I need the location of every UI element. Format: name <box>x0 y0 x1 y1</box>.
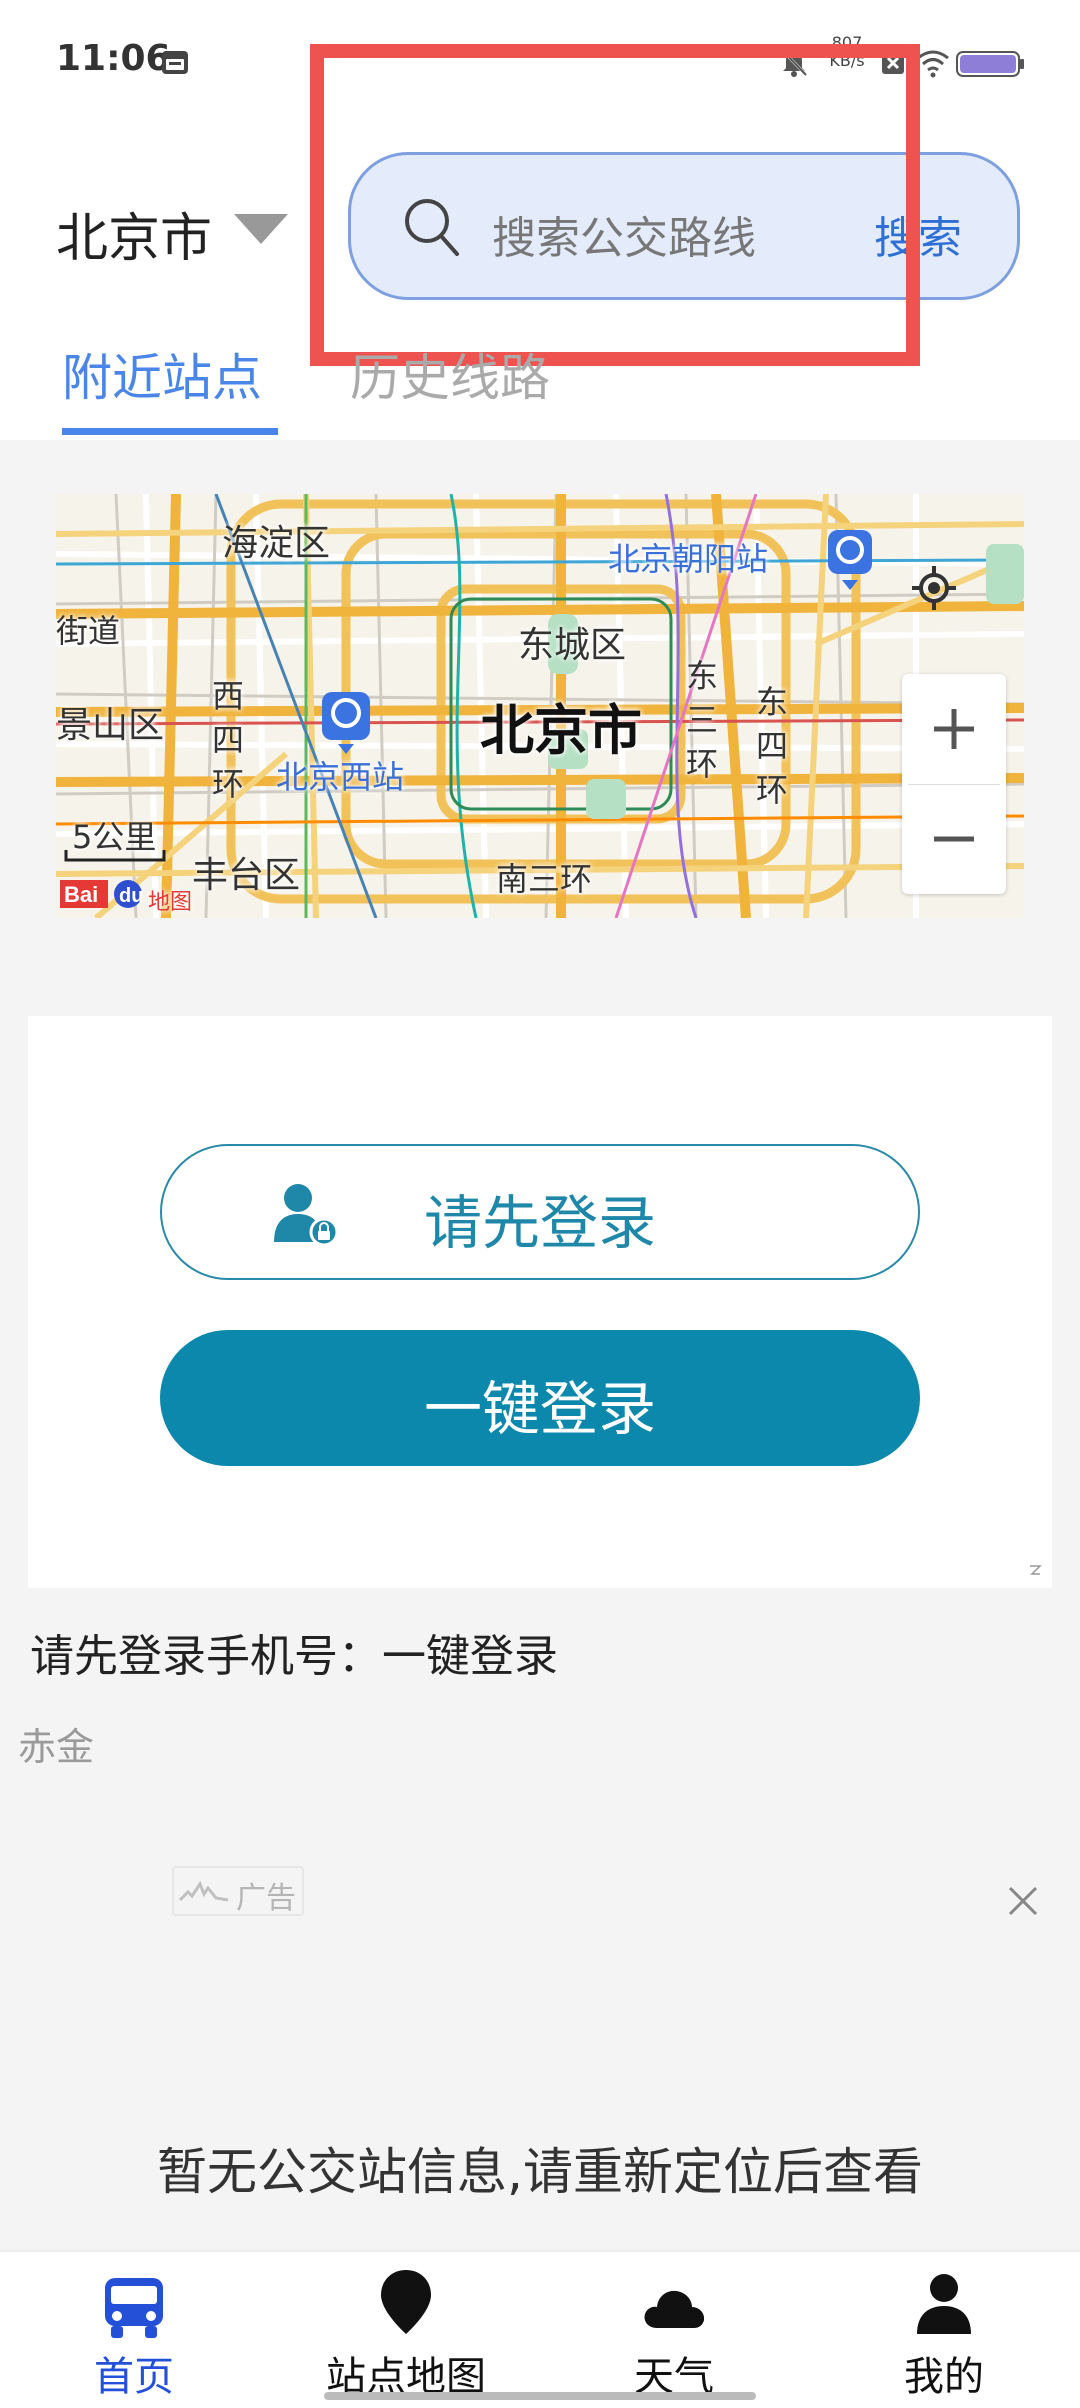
zoom-controls <box>902 674 1006 894</box>
map-label-south-3rd-ring: 南三环 <box>496 860 593 898</box>
ad-logo-icon <box>178 1880 229 1902</box>
empty-state-message: 暂无公交站信息,请重新定位后查看 <box>157 2143 923 2201</box>
nav-station-map[interactable]: 站点地图 <box>306 2250 506 2400</box>
zoom-in-button[interactable] <box>902 674 1006 784</box>
cloud-icon <box>644 2290 705 2328</box>
home-indicator[interactable] <box>324 2392 756 2400</box>
person-icon <box>917 2274 971 2334</box>
one-click-login-label: 一键登录 <box>423 1375 656 1443</box>
map-scale-label: 5公里 <box>72 818 157 856</box>
wifi-icon <box>917 50 949 78</box>
svg-text:du: du <box>119 885 143 907</box>
login-card <box>28 1016 1052 1588</box>
ad-brand: 赤金 <box>18 1725 95 1769</box>
map-label-west-4th-ring: 西四环 <box>211 677 244 803</box>
map-pin-icon <box>381 2270 431 2334</box>
login-hint-text: 请先登录手机号：一键登录 <box>30 1631 558 1682</box>
svg-text:Bai: Bai <box>64 882 98 907</box>
minus-icon <box>934 836 974 842</box>
map-provider-label: 地图 <box>148 890 193 915</box>
station-marker-chaoyang[interactable] <box>828 530 872 590</box>
chevron-down-icon[interactable] <box>232 212 290 246</box>
close-icon[interactable] <box>1006 1884 1040 1918</box>
city-selector[interactable]: 北京市 <box>56 196 212 271</box>
resize-corner-icon <box>1030 1565 1042 1575</box>
map-view[interactable]: Bai du 海淀区 街道 北京朝阳站 东城区 景山区 西四环 东三环 东四环 … <box>56 494 1024 918</box>
tab-nearby-stations[interactable]: 附近站点 <box>62 338 262 410</box>
annotation-highlight-box <box>310 44 920 366</box>
map-label-chaoyang-station: 北京朝阳站 <box>608 540 769 578</box>
map-label-jiedao: 街道 <box>56 612 121 650</box>
user-lock-icon <box>274 1184 338 1246</box>
nav-mine[interactable]: 我的 <box>844 2250 1044 2400</box>
nav-weather[interactable]: 天气 <box>574 2250 774 2400</box>
calendar-notification-icon <box>162 51 188 74</box>
status-time: 11:06 <box>56 38 171 79</box>
nav-mine-label: 我的 <box>904 2354 984 2400</box>
map-label-haidian: 海淀区 <box>222 523 331 564</box>
nav-home-label: 首页 <box>94 2354 174 2400</box>
map-label-jingshan: 景山区 <box>56 705 165 746</box>
ad-label: 广告 <box>236 1881 296 1916</box>
battery-icon <box>956 51 1024 77</box>
tab-history-routes[interactable]: 历史线路 <box>350 338 550 410</box>
bus-icon <box>105 2278 163 2338</box>
map-label-east-4th-ring: 东四环 <box>755 683 788 809</box>
map-label-east-3rd-ring: 东三环 <box>685 657 718 783</box>
login-first-label: 请先登录 <box>424 1189 657 1257</box>
map-label-beijing-west-station: 北京西站 <box>276 758 405 796</box>
nav-home[interactable]: 首页 <box>34 2250 234 2400</box>
locate-button[interactable] <box>904 558 964 618</box>
active-tab-underline <box>62 428 278 435</box>
map-label-dongcheng: 东城区 <box>518 625 627 666</box>
map-label-beijing: 北京市 <box>480 699 642 762</box>
plus-icon <box>934 709 974 749</box>
map-label-fengtai: 丰台区 <box>192 855 301 896</box>
zoom-out-button[interactable] <box>902 784 1006 894</box>
locate-icon <box>912 566 956 610</box>
